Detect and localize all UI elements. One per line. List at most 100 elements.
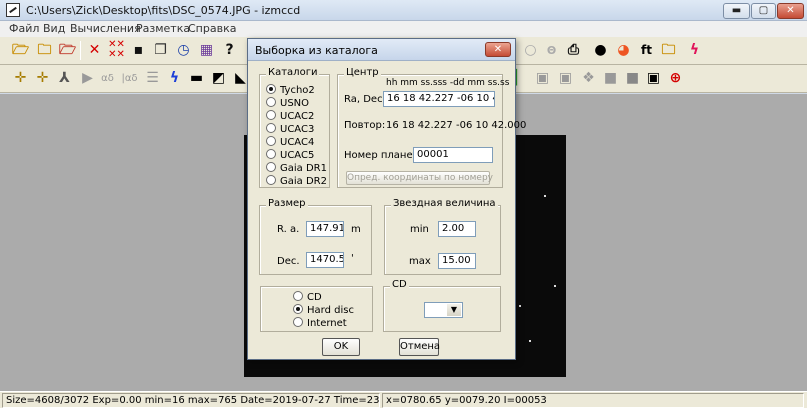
catalog-option-ucac4[interactable]: UCAC4 [266,136,314,149]
source-option-hard-disc[interactable]: Hard disc [293,304,354,317]
radio-button[interactable] [266,149,276,159]
angle-icon[interactable]: ⅄ [54,68,75,89]
radio-button[interactable] [266,110,276,120]
app-icon [6,3,20,17]
open-file-icon[interactable]: 🗀 [34,40,55,61]
window-titlebar: C:\Users\Zick\Desktop\fits\DSC_0574.JPG … [0,0,807,21]
menu-view[interactable]: Вид [43,22,65,35]
source-group: CD Hard disc Internet [260,286,373,332]
close-button[interactable]: ✕ [777,3,804,19]
ra-size-unit: m [351,224,361,235]
magnitude-group: Звездная величина min 2.00 max 15.00 [384,198,501,275]
radio-button[interactable] [266,84,276,94]
color-wheel-icon[interactable]: ◕ [613,40,634,61]
radio-button[interactable] [293,291,303,301]
catalog-dialog: Выборка из каталога ✕ Каталоги Tycho2 US… [247,38,526,360]
dec-size-input[interactable]: 1470.55 [306,252,344,268]
catalog-option-gaia-dr1[interactable]: Gaia DR1 [266,162,327,175]
magnitude-min-input[interactable]: 2.00 [438,221,476,237]
source-option-cd[interactable]: CD [293,291,322,304]
ok-button[interactable]: OK [322,338,360,356]
lightning-blue-icon[interactable]: ϟ [164,68,185,89]
radio-button[interactable] [266,136,276,146]
star-point [544,195,546,197]
info-icon[interactable]: ▦ [196,40,217,61]
alpha-delta-alt-icon[interactable]: |αδ [119,68,140,89]
crosshair-icon[interactable]: ✛ [10,68,31,89]
toolbar-separator [80,41,81,60]
radio-button[interactable] [266,162,276,172]
catalog-option-ucac5[interactable]: UCAC5 [266,149,314,162]
target-icon[interactable]: ⊕ [665,68,686,89]
frame-icon[interactable]: ▣ [532,68,553,89]
radio-button[interactable] [293,304,303,314]
menu-calculations[interactable]: Вычисления [70,22,141,35]
planet-number-input[interactable]: 00001 [413,147,493,163]
radio-button[interactable] [293,317,303,327]
window-title: C:\Users\Zick\Desktop\fits\DSC_0574.JPG … [26,4,301,17]
catalogs-group: Каталоги Tycho2 USNO UCAC2 UCAC3 UCAC4 U… [259,67,330,188]
chevron-down-icon[interactable]: ▼ [447,304,461,316]
alpha-delta-icon[interactable]: αδ [97,68,118,89]
layers-icon[interactable]: ❖ [578,68,599,89]
repeat-value: 16 18 42.227 -06 10 42.000 [386,120,527,131]
catalogs-label: Каталоги [266,67,320,78]
catalog-option-tycho2[interactable]: Tycho2 [266,84,315,97]
lightning-icon[interactable]: ϟ [684,40,705,61]
minimize-button[interactable]: ▬ [723,3,750,19]
folder-icon[interactable]: 🗀 [658,40,679,61]
minus-box-icon[interactable]: ▬ [186,68,207,89]
grey-box-alt-icon[interactable]: ■ [622,68,643,89]
delete-icon[interactable]: ✕ [84,40,105,61]
star-point [554,285,556,287]
delete-all-icon[interactable]: ✕✕ ✕✕ [106,40,127,61]
radio-button[interactable] [266,123,276,133]
radio-button[interactable] [266,97,276,107]
center-label: Центр [344,67,381,78]
center-group: Центр hh mm ss.sss -dd mm ss.ss Ra, Dec.… [337,67,526,188]
radio-button[interactable] [266,175,276,185]
radec-input[interactable]: 16 18 42.227 -06 10 42.000 [383,91,495,107]
catalog-option-ucac3[interactable]: UCAC3 [266,123,314,136]
catalog-option-usno[interactable]: USNO [266,97,309,110]
menu-markup[interactable]: Разметка [136,22,190,35]
ellipse-icon[interactable]: ○ [520,40,541,61]
cd-label: CD [390,279,409,290]
magnitude-max-input[interactable]: 15.00 [438,253,476,269]
maximize-button[interactable]: ▢ [751,3,776,19]
ra-size-label: R. a. [277,224,300,235]
slash-box-icon[interactable]: ◩ [208,68,229,89]
cancel-button[interactable]: Отмена [399,338,440,356]
source-option-internet[interactable]: Internet [293,317,347,330]
fit-icon[interactable]: Θ [541,40,562,61]
open-folder-alt-icon[interactable]: 🗁 [57,40,78,61]
list-icon[interactable]: ☰ [142,68,163,89]
dialog-titlebar: Выборка из каталога ✕ [248,39,515,61]
dots-icon[interactable]: ● [590,40,611,61]
menu-help[interactable]: Справка [188,22,236,35]
star-point [529,340,531,342]
menu-file[interactable]: Файл [9,22,39,35]
open-folder-icon[interactable]: 🗁 [10,40,31,61]
ft-text-icon[interactable]: ft [636,40,657,61]
help-icon[interactable]: ? [219,40,240,61]
magnitude-min-label: min [410,224,429,235]
clock-icon[interactable]: ◷ [173,40,194,61]
catalog-option-ucac2[interactable]: UCAC2 [266,110,314,123]
play-icon[interactable]: ▶ [77,68,98,89]
frame-alt-icon[interactable]: ▣ [555,68,576,89]
determine-coordinates-button[interactable]: Опред. координаты по номеру [346,171,493,185]
statusbar: Size=4608/3072 Exp=0.00 min=16 max=765 D… [0,391,807,408]
copy-icon[interactable]: ❐ [150,40,171,61]
black-square-icon[interactable]: ▣ [643,68,664,89]
catalog-option-gaia-dr2[interactable]: Gaia DR2 [266,175,327,188]
grey-box-icon[interactable]: ■ [600,68,621,89]
ra-size-input[interactable]: 147.91 [306,221,344,237]
dialog-close-button[interactable]: ✕ [485,42,511,57]
print-icon[interactable]: ⎙ [563,40,584,61]
crosshair-alt-icon[interactable]: ✛ [32,68,53,89]
cd-drive-select[interactable]: ▼ [424,302,463,318]
dec-size-unit: ' [351,253,354,264]
save-icon[interactable]: ▪ [128,40,149,61]
status-cursor-info: x=0780.65 y=0079.20 I=00053 [382,393,804,408]
